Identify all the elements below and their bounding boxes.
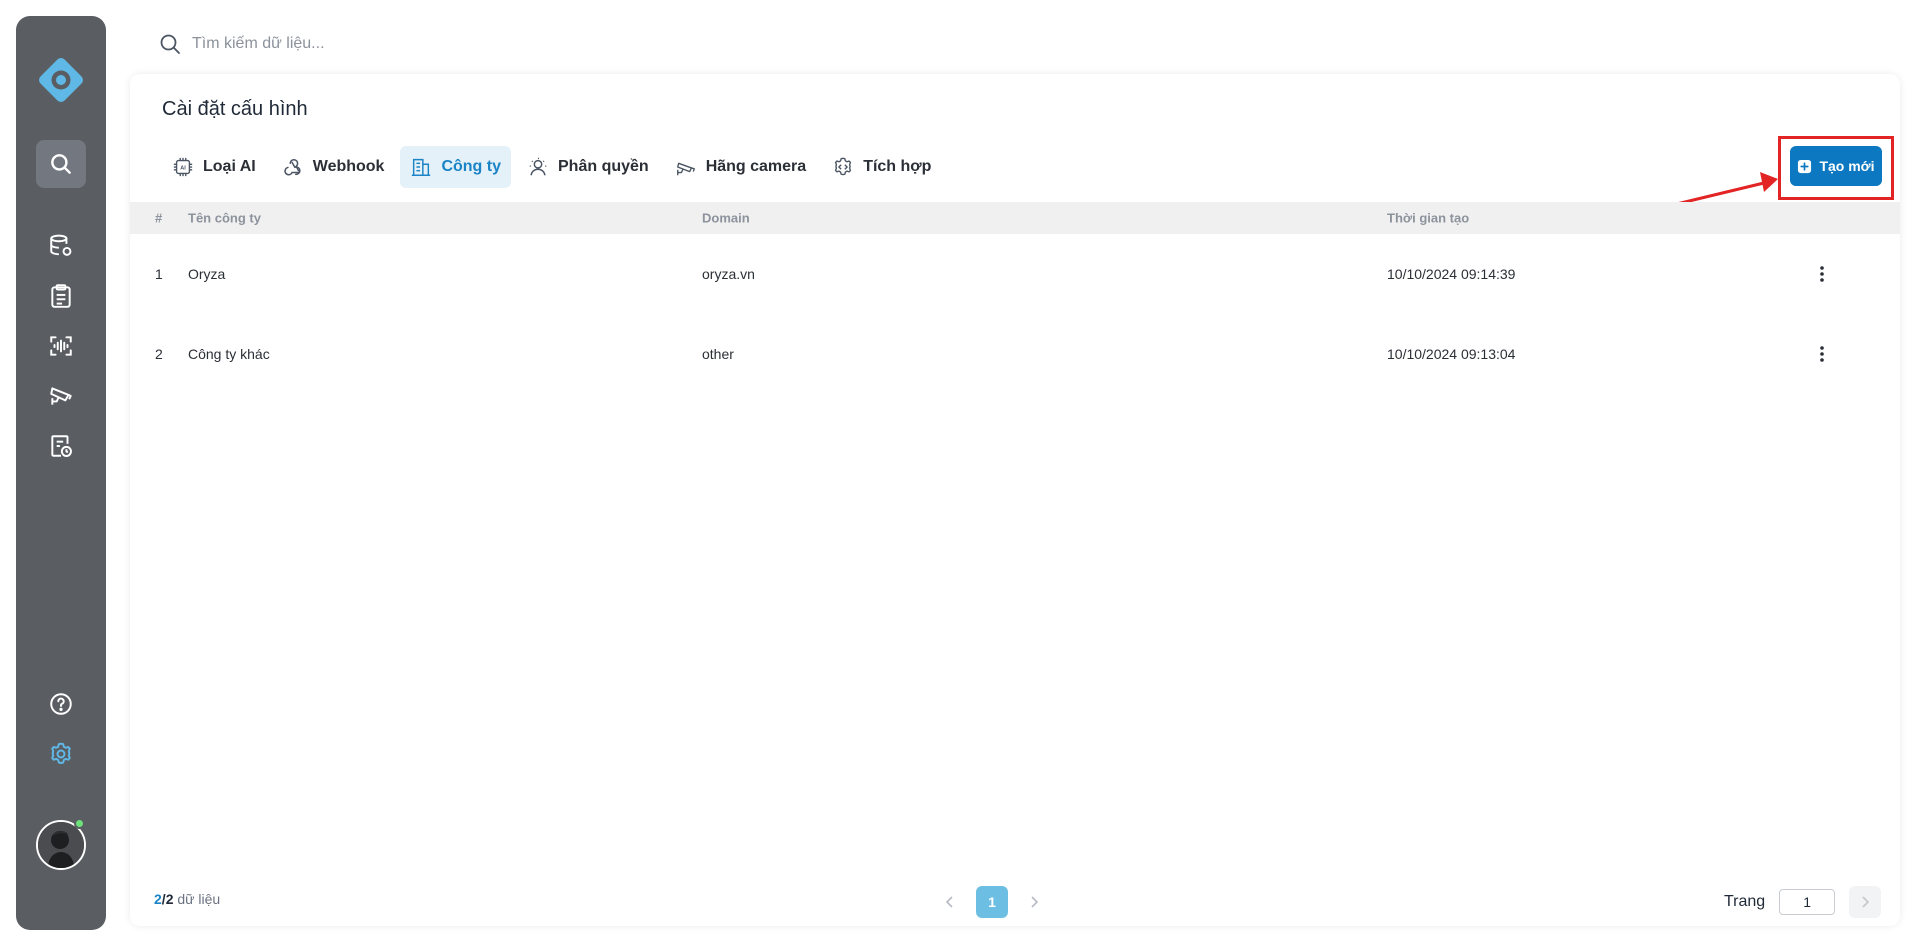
table-row[interactable]: 1 Oryza oryza.vn 10/10/2024 09:14:39 — [130, 234, 1900, 314]
record-count: 2/2 dữ liệu — [154, 891, 220, 907]
settings-gear-icon — [51, 742, 71, 764]
svg-text:AI: AI — [180, 165, 186, 171]
webhook-icon — [284, 159, 301, 176]
record-count-total: 2 — [165, 891, 174, 907]
page-jump: Trang — [1724, 886, 1882, 918]
cell-company-name: Công ty khác — [188, 346, 270, 362]
sidebar — [16, 16, 106, 930]
column-header-index: # — [155, 210, 163, 226]
cell-created-time: 10/10/2024 09:14:39 — [1387, 266, 1516, 282]
sidebar-item-database[interactable] — [36, 222, 86, 270]
more-vertical-icon — [1820, 346, 1824, 362]
next-page-button[interactable] — [1022, 886, 1046, 918]
column-header-domain[interactable]: Domain — [702, 211, 750, 226]
camera-icon — [676, 162, 695, 176]
online-status-dot — [74, 818, 85, 829]
create-new-button[interactable]: Tạo mới — [1790, 146, 1882, 186]
tab-ai-type[interactable]: AI Loại AI — [162, 146, 266, 188]
tab-label: Webhook — [312, 158, 385, 175]
face-scan-icon — [50, 336, 72, 356]
search-bar — [158, 28, 578, 60]
building-icon — [412, 158, 431, 176]
tab-bar: AI Loại AI Webhook Công ty Phân quyền Hã… — [162, 146, 941, 188]
search-icon — [160, 34, 180, 54]
prev-page-button[interactable] — [938, 886, 962, 918]
table-header: # Tên công ty Domain Thời gian tạo — [130, 202, 1900, 234]
integration-gear-icon — [835, 157, 852, 176]
database-settings-icon — [50, 234, 72, 256]
page-title: Cài đặt cấu hình — [162, 98, 308, 120]
record-count-shown: 2 — [154, 891, 162, 907]
cell-domain: other — [702, 346, 734, 362]
cell-company-name: Oryza — [188, 266, 226, 282]
sidebar-item-settings[interactable] — [36, 730, 86, 778]
ai-chip-icon: AI — [173, 157, 193, 177]
cell-created-time: 10/10/2024 09:13:04 — [1387, 346, 1516, 362]
tab-camera-brand[interactable]: Hãng camera — [665, 146, 817, 188]
plus-square-icon — [1798, 159, 1812, 173]
page-number-button[interactable]: 1 — [976, 886, 1008, 918]
create-button-label: Tạo mới — [1819, 158, 1875, 174]
table-row[interactable]: 2 Công ty khác other 10/10/2024 09:13:04 — [130, 314, 1900, 394]
sidebar-item-face-scan[interactable] — [36, 322, 86, 370]
tab-label: Loại AI — [203, 158, 256, 175]
clipboard-list-icon — [51, 284, 71, 308]
page-jump-next-button[interactable] — [1849, 886, 1882, 918]
tab-integration[interactable]: Tích hợp — [822, 146, 941, 188]
search-input[interactable] — [192, 35, 552, 53]
more-vertical-icon — [1820, 266, 1824, 282]
chevron-left-icon — [945, 896, 953, 908]
user-avatar-icon — [38, 822, 84, 868]
cctv-camera-icon — [50, 387, 72, 405]
column-header-created[interactable]: Thời gian tạo — [1387, 211, 1469, 226]
help-circle-icon — [50, 693, 72, 715]
row-actions-button[interactable] — [1810, 262, 1834, 286]
tab-label: Tích hợp — [863, 158, 932, 175]
record-count-suffix: dữ liệu — [177, 891, 221, 907]
tab-company[interactable]: Công ty — [400, 146, 511, 188]
tab-label: Phân quyền — [558, 158, 649, 175]
tab-label: Công ty — [441, 158, 501, 175]
cell-index: 1 — [155, 266, 163, 282]
sidebar-item-search[interactable] — [36, 140, 86, 188]
sidebar-item-camera[interactable] — [36, 372, 86, 420]
chevron-right-icon — [1862, 896, 1870, 908]
chevron-right-icon — [1031, 896, 1039, 908]
page-jump-label: Trang — [1724, 893, 1766, 910]
user-permission-icon — [529, 157, 547, 176]
main-panel: Cài đặt cấu hình AI Loại AI Webhook Công — [130, 74, 1900, 926]
oryza-logo-icon[interactable] — [35, 54, 87, 106]
column-header-name[interactable]: Tên công ty — [188, 211, 261, 226]
report-clock-icon — [51, 435, 72, 457]
sidebar-item-help[interactable] — [36, 680, 86, 728]
tab-label: Hãng camera — [705, 158, 807, 175]
row-actions-button[interactable] — [1810, 342, 1834, 366]
cell-domain: oryza.vn — [702, 266, 755, 282]
sidebar-item-report[interactable] — [36, 422, 86, 470]
search-icon — [51, 154, 71, 174]
page-jump-input[interactable] — [1779, 889, 1836, 915]
tab-permissions[interactable]: Phân quyền — [517, 146, 659, 188]
pagination: 1 — [938, 886, 1046, 918]
sidebar-item-clipboard[interactable] — [36, 272, 86, 320]
tab-webhook[interactable]: Webhook — [272, 146, 395, 188]
cell-index: 2 — [155, 346, 163, 362]
